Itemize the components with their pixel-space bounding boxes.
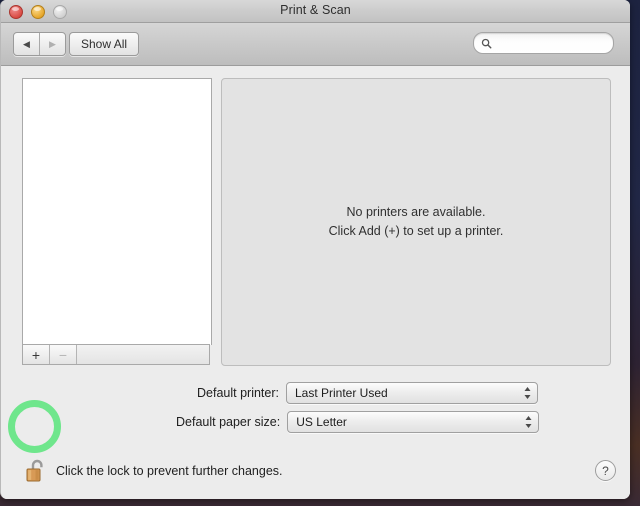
add-printer-button[interactable]: + <box>23 345 50 364</box>
printer-list-toolbar: + − <box>22 344 210 365</box>
preferences-content: + − No printers are available. Click Add… <box>1 66 630 499</box>
show-all-button[interactable]: Show All <box>69 32 139 56</box>
help-button[interactable]: ? <box>595 460 616 481</box>
default-printer-row: Default printer: Last Printer Used <box>197 382 538 404</box>
default-paper-size-value: US Letter <box>296 415 347 429</box>
unlocked-padlock-icon[interactable] <box>25 458 47 484</box>
printer-list-toolbar-filler <box>77 345 209 364</box>
stepper-arrows-icon <box>524 414 533 430</box>
back-button[interactable]: ◀ <box>14 33 39 55</box>
remove-printer-button: − <box>50 345 77 364</box>
navigation-button-group: ◀ ▶ <box>13 32 66 56</box>
empty-state-line-2: Click Add (+) to set up a printer. <box>329 222 504 241</box>
default-paper-size-popup[interactable]: US Letter <box>287 411 539 433</box>
print-and-scan-window: Print & Scan ◀ ▶ Show All + <box>0 0 630 499</box>
window-title: Print & Scan <box>1 3 630 17</box>
search-field[interactable] <box>473 32 614 54</box>
forward-button[interactable]: ▶ <box>39 33 65 55</box>
desktop-background: Print & Scan ◀ ▶ Show All + <box>0 0 640 506</box>
printer-detail-panel: No printers are available. Click Add (+)… <box>221 78 611 366</box>
annotation-highlight-circle <box>8 400 61 453</box>
default-printer-label: Default printer: <box>197 386 279 400</box>
preferences-toolbar: ◀ ▶ Show All <box>1 23 630 66</box>
empty-state-message: No printers are available. Click Add (+)… <box>329 203 504 241</box>
default-printer-value: Last Printer Used <box>295 386 388 400</box>
search-icon <box>481 38 492 49</box>
printer-list[interactable] <box>22 78 212 345</box>
window-titlebar: Print & Scan <box>1 0 630 23</box>
default-paper-size-label: Default paper size: <box>176 415 280 429</box>
lock-row[interactable]: Click the lock to prevent further change… <box>25 458 283 484</box>
lock-hint-text: Click the lock to prevent further change… <box>56 464 283 478</box>
stepper-arrows-icon <box>523 385 532 401</box>
default-printer-popup[interactable]: Last Printer Used <box>286 382 538 404</box>
empty-state-line-1: No printers are available. <box>329 203 504 222</box>
search-input[interactable] <box>495 36 604 50</box>
default-paper-size-row: Default paper size: US Letter <box>176 411 539 433</box>
